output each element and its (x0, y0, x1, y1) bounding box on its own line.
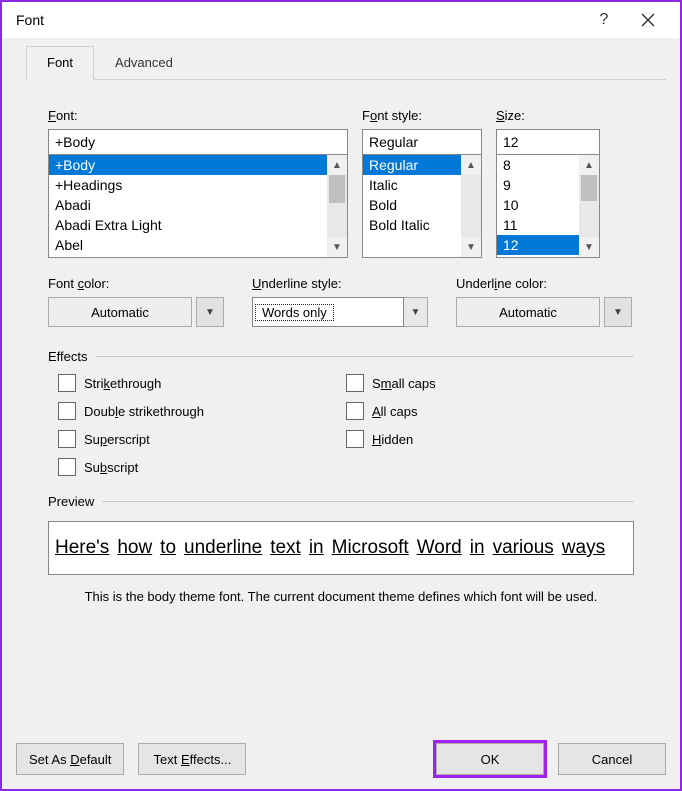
dialog-content: Font Advanced Font: +Body +Body+Headings… (2, 38, 680, 733)
font-list[interactable]: +Body+HeadingsAbadiAbadi Extra LightAbel… (48, 154, 348, 258)
superscript-checkbox[interactable]: Superscript (58, 430, 346, 448)
font-style-column: Font style: Regular RegularItalicBoldBol… (362, 108, 482, 258)
font-input[interactable]: +Body (48, 129, 348, 155)
set-as-default-button[interactable]: Set As Default (16, 743, 124, 775)
list-item[interactable]: 8 (497, 155, 579, 175)
font-style-list[interactable]: RegularItalicBoldBold Italic ▲ ▼ (362, 154, 482, 258)
list-item[interactable]: +Body (49, 155, 327, 175)
subscript-checkbox[interactable]: Subscript (58, 458, 346, 476)
tab-advanced[interactable]: Advanced (94, 46, 194, 79)
list-item[interactable]: Regular (363, 155, 461, 175)
preview-word: in (470, 537, 485, 559)
preview-word: ways (562, 537, 605, 559)
list-item[interactable]: Abadi (49, 195, 327, 215)
list-item[interactable]: +Headings (49, 175, 327, 195)
underline-color-column: Underline color: Automatic ▼ (456, 276, 632, 327)
effects-section-label: Effects (48, 349, 634, 364)
scroll-down-icon[interactable]: ▼ (327, 237, 347, 257)
size-list[interactable]: 89101112 ▲ ▼ (496, 154, 600, 258)
size-input[interactable]: 12 (496, 129, 600, 155)
tab-font[interactable]: Font (26, 46, 94, 80)
font-label: Font: (48, 108, 348, 123)
hidden-checkbox[interactable]: Hidden (346, 430, 634, 448)
font-column: Font: +Body +Body+HeadingsAbadiAbadi Ext… (48, 108, 348, 258)
preview-word: underline (184, 537, 262, 559)
size-column: Size: 12 89101112 ▲ ▼ (496, 108, 600, 258)
strikethrough-checkbox[interactable]: Strikethrough (58, 374, 346, 392)
chevron-down-icon[interactable]: ▼ (604, 297, 632, 327)
tab-panel-font: Font: +Body +Body+HeadingsAbadiAbadi Ext… (16, 80, 666, 721)
tab-advanced-label: Advanced (115, 55, 173, 70)
font-style-size-row: Font: +Body +Body+HeadingsAbadiAbadi Ext… (48, 108, 634, 258)
underline-style-column: Underline style: Words only ▼ (252, 276, 428, 327)
tabstrip: Font Advanced (26, 46, 666, 80)
close-icon (641, 13, 655, 27)
underline-color-value: Automatic (456, 297, 600, 327)
list-item[interactable]: Abadi Extra Light (49, 215, 327, 235)
underline-style-value: Words only (255, 304, 334, 321)
list-item[interactable]: 9 (497, 175, 579, 195)
effects-label-text: Effects (48, 349, 88, 364)
ok-button[interactable]: OK (436, 743, 544, 775)
chevron-down-icon[interactable]: ▼ (404, 297, 428, 327)
size-label: Size: (496, 108, 600, 123)
scroll-up-icon[interactable]: ▲ (327, 155, 347, 175)
scroll-down-icon[interactable]: ▼ (579, 237, 599, 257)
help-button[interactable]: ? (582, 2, 626, 38)
titlebar: Font ? (2, 2, 680, 38)
list-item[interactable]: Italic (363, 175, 461, 195)
scroll-up-icon[interactable]: ▲ (579, 155, 599, 175)
list-item[interactable]: 12 (497, 235, 579, 255)
small-caps-checkbox[interactable]: Small caps (346, 374, 634, 392)
preview-label-text: Preview (48, 494, 94, 509)
preview-word: to (160, 537, 176, 559)
font-color-column: Font color: Automatic ▼ (48, 276, 224, 327)
color-underline-row: Font color: Automatic ▼ Underline style:… (48, 276, 634, 327)
preview-box: Here'showtounderlinetextinMicrosoftWordi… (48, 521, 634, 575)
divider (102, 501, 634, 502)
list-item[interactable]: Bold (363, 195, 461, 215)
list-item[interactable]: Bold Italic (363, 215, 461, 235)
preview-word: in (309, 537, 324, 559)
underline-color-label: Underline color: (456, 276, 632, 291)
cancel-button[interactable]: Cancel (558, 743, 666, 775)
scroll-down-icon[interactable]: ▼ (461, 237, 481, 257)
underline-style-label: Underline style: (252, 276, 428, 291)
preview-word: various (493, 537, 554, 559)
size-scrollbar[interactable]: ▲ ▼ (579, 155, 599, 257)
all-caps-checkbox[interactable]: All caps (346, 402, 634, 420)
font-dialog: Font ? Font Advanced Font: +Body +Body+H… (0, 0, 682, 791)
list-item[interactable]: 10 (497, 195, 579, 215)
double-strikethrough-checkbox[interactable]: Double strikethrough (58, 402, 346, 420)
preview-section-label: Preview (48, 494, 634, 509)
font-style-input[interactable]: Regular (362, 129, 482, 155)
preview-word: Word (417, 537, 462, 559)
divider (96, 356, 634, 357)
preview-word: how (117, 537, 152, 559)
list-item[interactable]: 11 (497, 215, 579, 235)
font-scrollbar[interactable]: ▲ ▼ (327, 155, 347, 257)
preview-word: text (270, 537, 301, 559)
preview-description: This is the body theme font. The current… (48, 589, 634, 604)
list-item[interactable]: Abel (49, 235, 327, 255)
style-scrollbar[interactable]: ▲ ▼ (461, 155, 481, 257)
dialog-footer: Set As Default Text Effects... OK Cancel (2, 733, 680, 789)
scroll-up-icon[interactable]: ▲ (461, 155, 481, 175)
underline-style-combo[interactable]: Words only ▼ (252, 297, 428, 327)
text-effects-button[interactable]: Text Effects... (138, 743, 246, 775)
font-color-label: Font color: (48, 276, 224, 291)
effects-group: Strikethrough Double strikethrough Super… (48, 374, 634, 476)
close-button[interactable] (626, 2, 670, 38)
preview-word: Here's (55, 537, 109, 559)
font-color-value: Automatic (48, 297, 192, 327)
preview-word: Microsoft (332, 537, 409, 559)
underline-color-combo[interactable]: Automatic ▼ (456, 297, 632, 327)
chevron-down-icon[interactable]: ▼ (196, 297, 224, 327)
dialog-title: Font (16, 12, 582, 28)
font-color-combo[interactable]: Automatic ▼ (48, 297, 224, 327)
font-style-label: Font style: (362, 108, 482, 123)
